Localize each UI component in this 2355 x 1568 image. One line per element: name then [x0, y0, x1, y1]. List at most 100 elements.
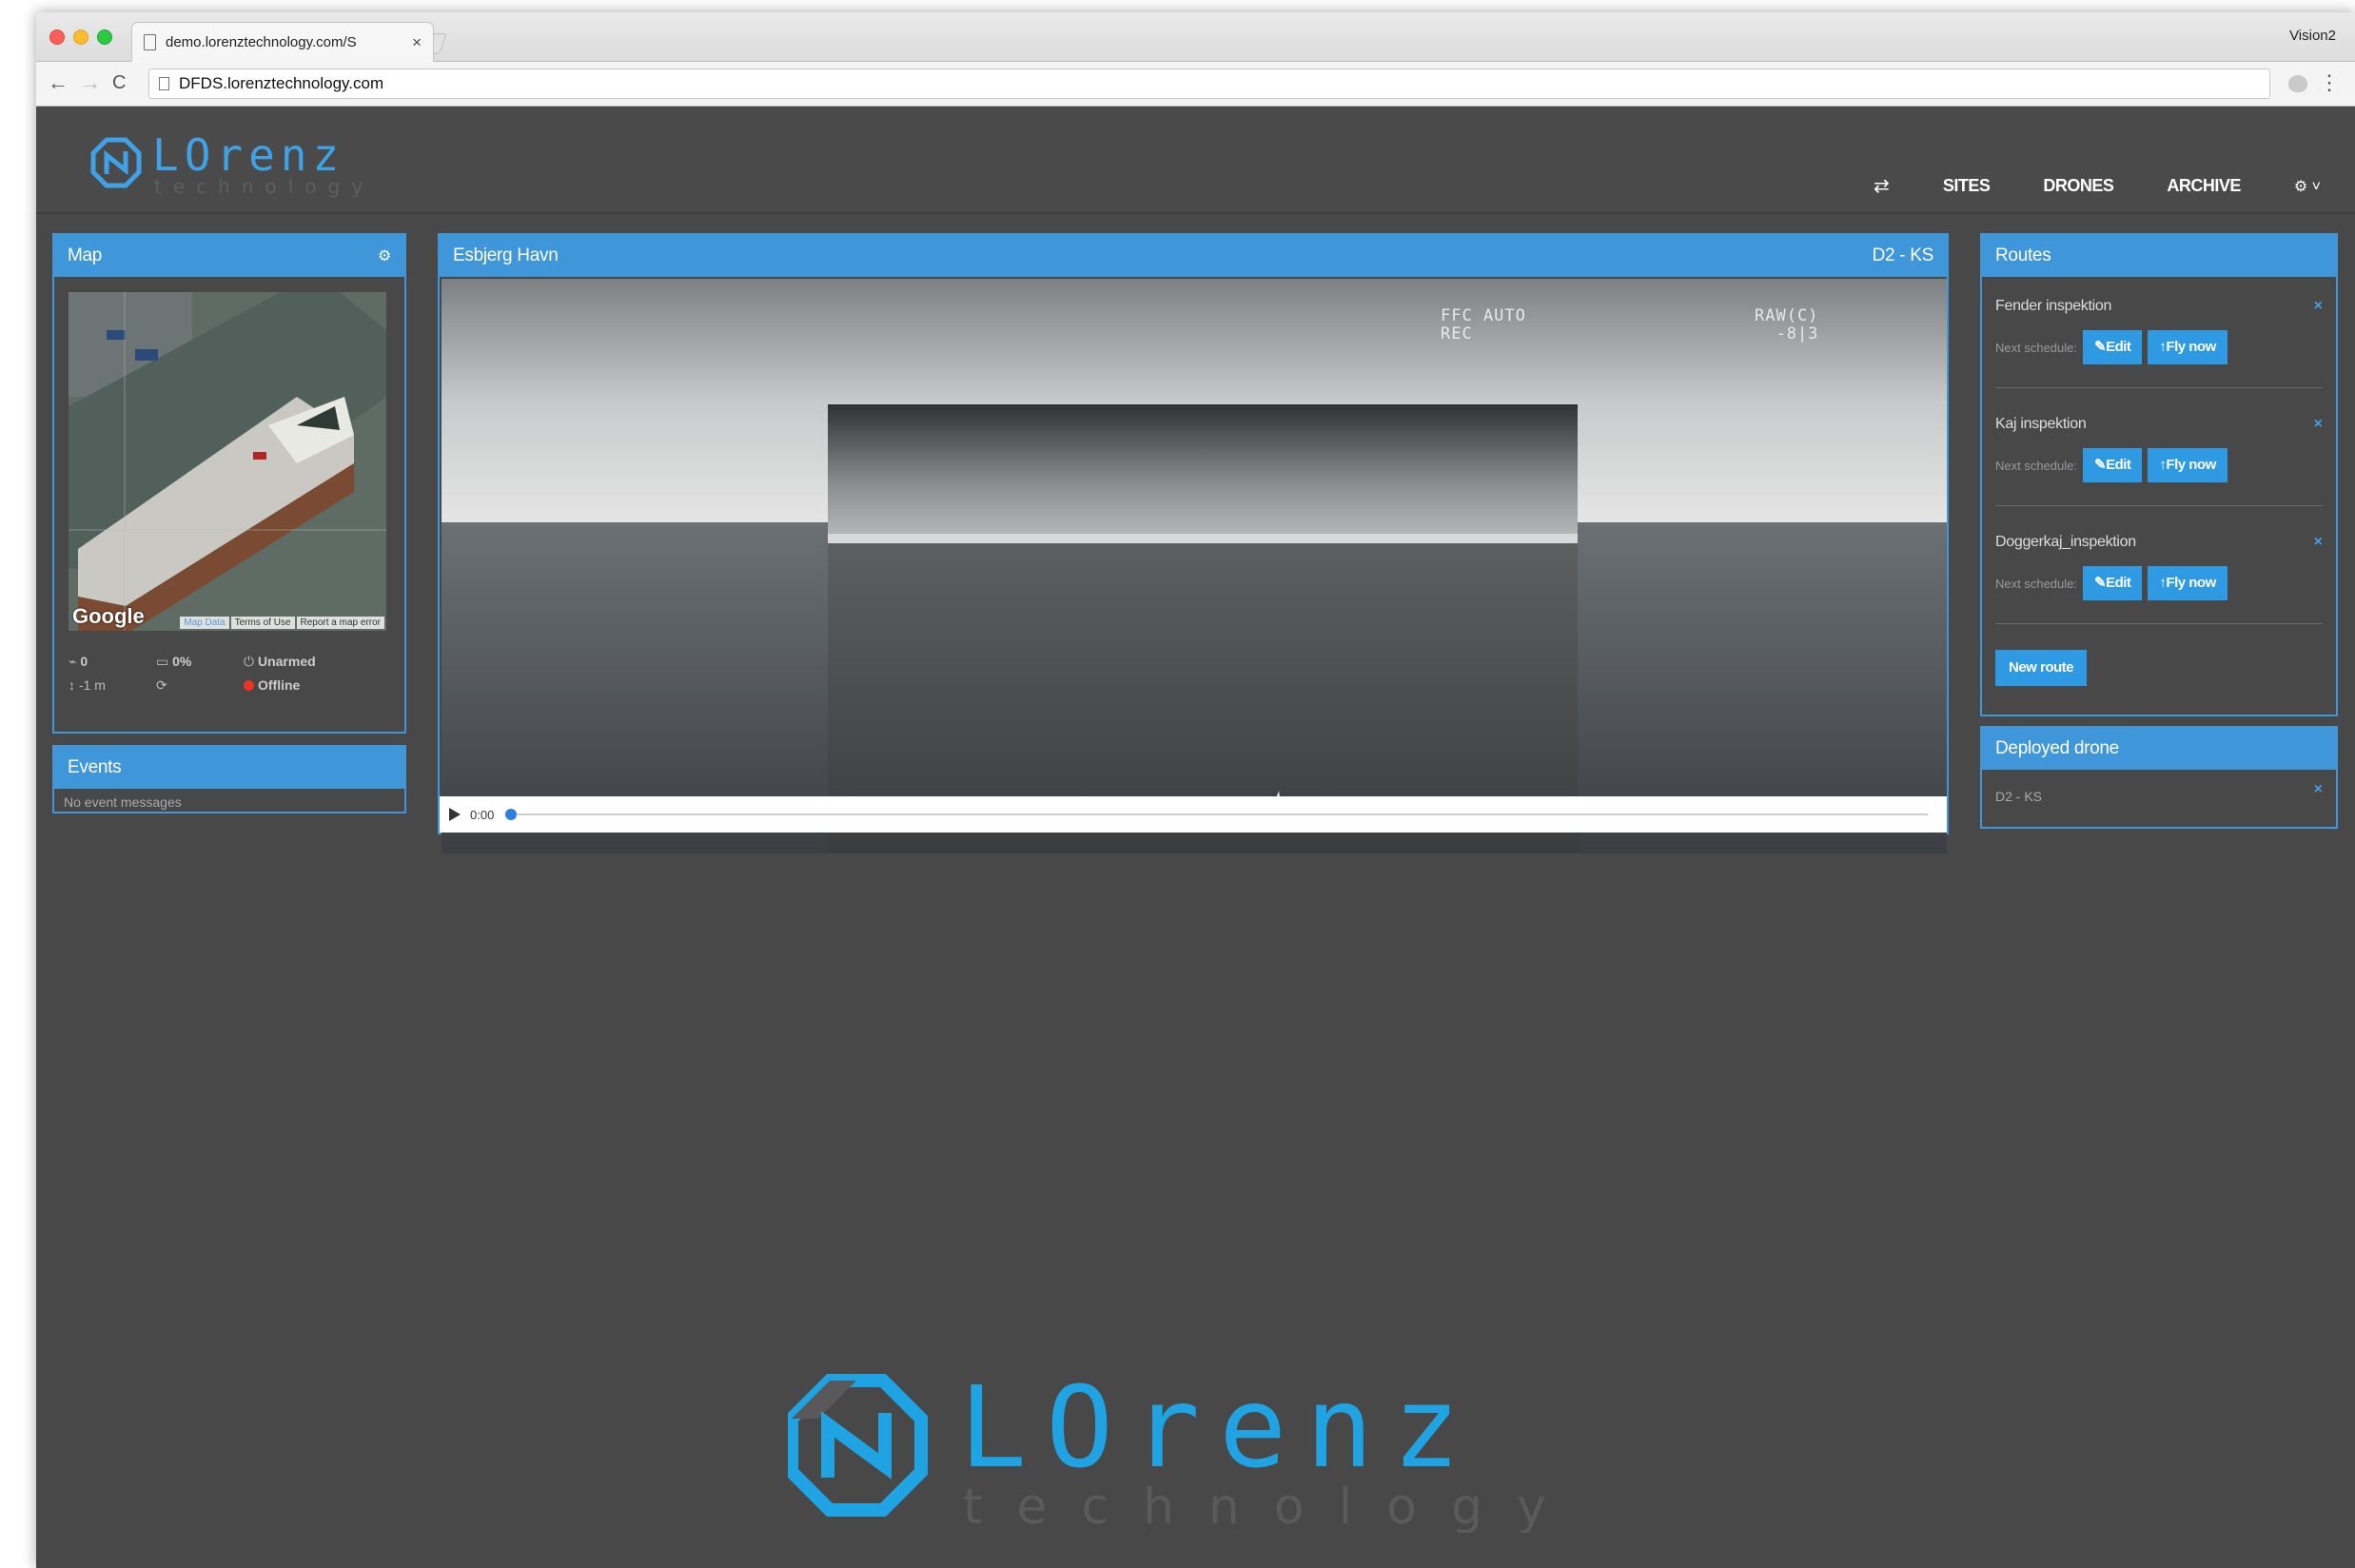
- remove-route-icon[interactable]: ×: [2314, 298, 2323, 315]
- tab-title: demo.lorenztechnology.com/S: [166, 34, 357, 50]
- reload-button[interactable]: C: [112, 71, 126, 94]
- main-nav: ⇄ SITES DRONES ARCHIVE ⚙ ˅: [1874, 174, 2321, 198]
- video-controls: 0:00: [440, 796, 1947, 833]
- browser-tab[interactable]: demo.lorenztechnology.com/S ×: [131, 22, 434, 62]
- undeploy-drone-icon[interactable]: ×: [2314, 781, 2323, 798]
- remove-route-icon[interactable]: ×: [2314, 534, 2323, 551]
- sync-status: ⟳: [156, 677, 244, 694]
- armed-status: ⏻ Unarmed: [244, 654, 316, 669]
- edit-route-button[interactable]: ✎Edit: [2083, 448, 2143, 482]
- osd-raw: RAW(C): [1755, 306, 1819, 325]
- forward-button[interactable]: →: [80, 71, 101, 94]
- video-time: 0:00: [470, 807, 495, 822]
- back-button[interactable]: ←: [48, 71, 69, 94]
- routes-panel: Routes Fender inspektion × Next schedule…: [1980, 233, 2338, 716]
- map-panel-header: Map ⚙: [54, 235, 404, 277]
- osd-ffc: FFC AUTO: [1441, 306, 1526, 325]
- site-name: Esbjerg Havn: [453, 245, 559, 265]
- extension-icon[interactable]: [2288, 75, 2307, 92]
- window-controls: [49, 29, 112, 45]
- map-data-link[interactable]: Map Data: [180, 617, 229, 629]
- app-header: LOrenz technology ⇄ SITES DRONES ARCHIVE…: [36, 108, 2355, 214]
- satellite-map-image: [69, 292, 386, 631]
- new-route-button[interactable]: New route: [1995, 650, 2088, 686]
- deployed-drone-title: Deployed drone: [1995, 738, 2119, 758]
- address-url: DFDS.lorenztechnology.com: [179, 74, 384, 92]
- maximize-window-button[interactable]: [97, 29, 112, 45]
- tab-close-icon[interactable]: ×: [412, 33, 422, 52]
- route-actions: Next schedule: ✎Edit ↑Fly now: [1995, 448, 2233, 482]
- play-icon[interactable]: [449, 808, 461, 821]
- route-name: Kaj inspektion: [1995, 416, 2087, 432]
- power-icon: ⏻: [244, 654, 258, 669]
- route-item: Fender inspektion × Next schedule: ✎Edit…: [1995, 298, 2323, 389]
- battery-icon: ▭: [156, 654, 173, 669]
- video-panel-header: Esbjerg Havn D2 - KS: [440, 235, 1947, 277]
- events-panel-title: Events: [68, 757, 122, 777]
- footer-brand-name: LOrenz: [959, 1371, 1479, 1493]
- edit-route-button[interactable]: ✎Edit: [2083, 330, 2143, 364]
- nav-drones[interactable]: DRONES: [2043, 176, 2114, 196]
- fly-now-button[interactable]: ↑Fly now: [2148, 448, 2227, 482]
- events-panel: Events No event messages: [52, 745, 406, 813]
- satellites-status: ⌁ 0: [69, 654, 88, 669]
- page-icon: [144, 34, 156, 50]
- settings-menu-icon[interactable]: ⚙ ˅: [2294, 177, 2321, 196]
- video-scrubber[interactable]: [505, 809, 1928, 820]
- terms-link[interactable]: Terms of Use: [230, 617, 295, 629]
- deployed-drone-item: D2 - KS ×: [1995, 781, 2323, 804]
- next-schedule-label: Next schedule:: [1995, 340, 2077, 355]
- close-window-button[interactable]: [49, 29, 65, 45]
- edit-route-button[interactable]: ✎Edit: [2083, 566, 2143, 600]
- osd-right: RAW(C) -8|3: [1755, 307, 1818, 343]
- nav-archive[interactable]: ARCHIVE: [2167, 176, 2241, 196]
- events-panel-header: Events: [54, 747, 404, 789]
- minimize-window-button[interactable]: [73, 29, 88, 45]
- page-icon: [159, 77, 169, 90]
- deployed-drone-header: Deployed drone: [1982, 728, 2336, 770]
- lorenz-logo[interactable]: LOrenz technology: [89, 128, 413, 202]
- osd-value: -8|3: [1776, 324, 1819, 343]
- fly-now-button[interactable]: ↑Fly now: [2148, 566, 2227, 600]
- address-bar[interactable]: DFDS.lorenztechnology.com: [148, 69, 2270, 99]
- report-map-error-link[interactable]: Report a map error: [296, 617, 384, 629]
- drone-status-grid: ⌁ 0 ▭ 0% ⏻ Unarmed ↕ -1 m ⟳ Offline: [69, 654, 373, 694]
- map-attribution: Map Data Terms of Use Report a map error: [180, 617, 384, 629]
- video-frame: [442, 279, 1947, 853]
- scrubber-handle[interactable]: [505, 809, 518, 820]
- deployed-drone-name: D2 - KS: [1995, 789, 2043, 804]
- divider: [1995, 623, 2323, 624]
- divider: [1995, 387, 2323, 388]
- events-empty-message: No event messages: [64, 794, 182, 810]
- video-panel: Esbjerg Havn D2 - KS FFC AUTO REC RAW(C)…: [438, 233, 1949, 853]
- browser-profile[interactable]: Vision2: [2289, 28, 2336, 44]
- footer-brand-tagline: technology: [963, 1479, 1580, 1533]
- deployed-drone-panel: Deployed drone D2 - KS ×: [1980, 726, 2338, 829]
- routes-panel-header: Routes: [1982, 235, 2336, 277]
- brand-tagline: technology: [154, 175, 374, 197]
- map-panel-title: Map: [68, 245, 103, 265]
- route-name: Fender inspektion: [1995, 298, 2112, 314]
- offline-dot-icon: [244, 680, 254, 691]
- active-drone-name: D2 - KS: [1872, 245, 1934, 265]
- next-schedule-label: Next schedule:: [1995, 576, 2077, 591]
- nav-sites[interactable]: SITES: [1943, 176, 1991, 196]
- satellite-icon: ⌁: [69, 654, 81, 669]
- remove-route-icon[interactable]: ×: [2314, 416, 2323, 433]
- map-settings-icon[interactable]: ⚙: [378, 246, 391, 265]
- connection-status: Offline: [244, 677, 358, 694]
- footer-logo: LOrenz technology: [785, 1362, 1701, 1538]
- browser-tabbar: demo.lorenztechnology.com/S × Vision2: [36, 12, 2355, 62]
- altitude-status: ↕ -1 m: [69, 677, 106, 693]
- video-player[interactable]: FFC AUTO REC RAW(C) -8|3: [442, 279, 1947, 853]
- altitude-icon: ↕: [69, 677, 79, 693]
- browser-menu-icon[interactable]: ⋮: [2319, 70, 2340, 95]
- swap-icon[interactable]: ⇄: [1874, 174, 1890, 198]
- fly-now-button[interactable]: ↑Fly now: [2148, 330, 2227, 364]
- next-schedule-label: Next schedule:: [1995, 458, 2077, 473]
- browser-toolbar: ← → C DFDS.lorenztechnology.com ⋮: [36, 62, 2355, 107]
- brand-name: LOrenz: [152, 129, 344, 181]
- map-view[interactable]: Google Map Data Terms of Use Report a ma…: [69, 292, 386, 631]
- battery-status: ▭ 0%: [156, 654, 192, 669]
- route-item: Kaj inspektion × Next schedule: ✎Edit ↑F…: [1995, 416, 2323, 507]
